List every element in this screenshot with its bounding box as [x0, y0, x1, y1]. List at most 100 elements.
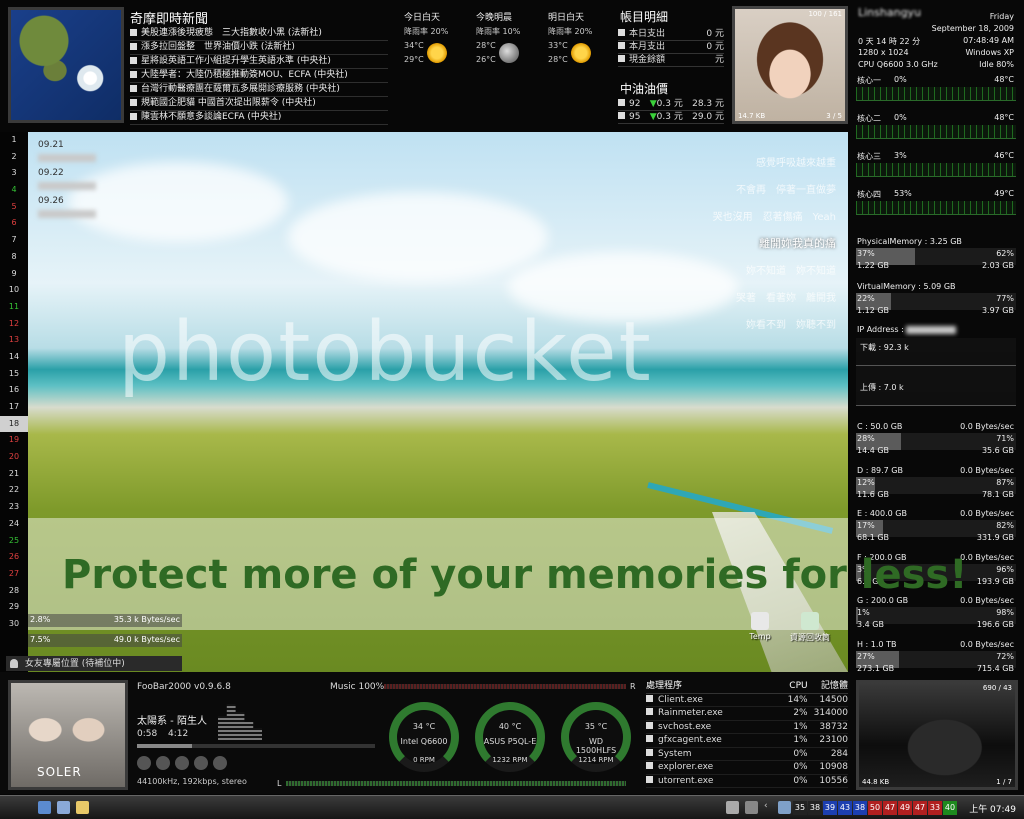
- calendar-day[interactable]: 11: [0, 299, 28, 316]
- album-cover[interactable]: SOLER: [8, 680, 128, 790]
- news-item[interactable]: 陳雲林不願意多談論ECFA (中央社): [130, 111, 388, 125]
- bullet-icon: [130, 99, 137, 106]
- process-row[interactable]: System 0% 284: [646, 748, 848, 761]
- process-header-cell: CPU: [789, 681, 808, 691]
- duration-time: 4:12: [168, 729, 189, 739]
- track-title: 太陽系 - 陌生人: [137, 716, 207, 727]
- calendar-day[interactable]: 28: [0, 583, 28, 600]
- calendar-day[interactable]: 17: [0, 399, 28, 416]
- previous-icon[interactable]: [137, 756, 151, 770]
- seek-bar[interactable]: [137, 744, 375, 748]
- play-icon[interactable]: [175, 756, 189, 770]
- news-item[interactable]: 美股連漲後現疲態 三大指數收小黑 (法新社): [130, 27, 388, 41]
- core-temp: 49°C: [994, 189, 1014, 198]
- show-desktop-icon[interactable]: [57, 801, 70, 814]
- news-item[interactable]: 台灣行動醫療團在薩爾瓦多展開診療服務 (中央社): [130, 83, 388, 97]
- keyboard-icon[interactable]: [726, 801, 739, 814]
- tray-counter[interactable]: 43: [838, 801, 852, 815]
- tray-counter[interactable]: 47: [913, 801, 927, 815]
- desktop-shortcut[interactable]: 資源回收筒: [785, 612, 835, 643]
- process-row[interactable]: gfxcagent.exe 1% 23100: [646, 734, 848, 748]
- taskbar-clock[interactable]: 上午 07:49: [969, 802, 1016, 815]
- drive-free-pct: 82%: [996, 521, 1014, 530]
- calendar-day[interactable]: 12: [0, 316, 28, 333]
- calendar-day[interactable]: 4: [0, 182, 28, 199]
- bullet-icon: [130, 29, 137, 36]
- photo-frame[interactable]: 100 / 161 14.7 KB 3 / 5: [732, 6, 848, 124]
- process-row[interactable]: Rainmeter.exe 2% 314000: [646, 707, 848, 721]
- process-value: 0%: [793, 748, 808, 759]
- calendar-day[interactable]: 27: [0, 566, 28, 583]
- bullet-icon: [130, 85, 137, 92]
- calendar-day[interactable]: 2: [0, 149, 28, 166]
- chevron-left-icon[interactable]: ‹: [764, 801, 772, 814]
- calendar-day-column: 1 2 3 4 5 6 7 8 9 10 11 12 13 14 15 16 17 18 19 20 21 22 23 24 2…: [0, 132, 28, 642]
- desktop-shortcut[interactable]: Temp: [735, 612, 785, 641]
- calendar-day[interactable]: 6: [0, 215, 28, 232]
- calendar-day[interactable]: 7: [0, 232, 28, 249]
- calendar-day[interactable]: 3: [0, 165, 28, 182]
- calendar-day[interactable]: 14: [0, 349, 28, 366]
- process-cell: 0%: [767, 748, 807, 761]
- network-icon[interactable]: [778, 801, 791, 814]
- calendar-day[interactable]: 26: [0, 549, 28, 566]
- tray-counter[interactable]: 35: [793, 801, 807, 815]
- recycle-bin-icon: [801, 612, 819, 630]
- calendar-day[interactable]: 15: [0, 366, 28, 383]
- calendar-day[interactable]: 10: [0, 282, 28, 299]
- calendar-day[interactable]: 23: [0, 499, 28, 516]
- rewind-icon[interactable]: [156, 756, 170, 770]
- note-text-redacted: [38, 182, 96, 190]
- pen-icon[interactable]: [745, 801, 758, 814]
- news-item[interactable]: 星將設英語工作小組提升學生英語水準 (中央社): [130, 55, 388, 69]
- calendar-day[interactable]: 22: [0, 482, 28, 499]
- calendar-day[interactable]: 16: [0, 382, 28, 399]
- process-row[interactable]: explorer.exe 0% 10908: [646, 761, 848, 775]
- ip-address-redacted: [906, 326, 956, 334]
- tray-counter[interactable]: 40: [943, 801, 957, 815]
- calendar-day[interactable]: 25: [0, 533, 28, 550]
- tray-counter[interactable]: 38: [853, 801, 867, 815]
- ie-icon[interactable]: [38, 801, 51, 814]
- calendar-day[interactable]: 13: [0, 332, 28, 349]
- calendar-day[interactable]: 19: [0, 432, 28, 449]
- player-app-name: FooBar2000 v0.9.6.8: [137, 682, 231, 692]
- tray-counter[interactable]: 38: [808, 801, 822, 815]
- tray-counter[interactable]: 49: [898, 801, 912, 815]
- calendar-day[interactable]: 1: [0, 132, 28, 149]
- tray-counter[interactable]: 39: [823, 801, 837, 815]
- calendar-day[interactable]: 20: [0, 449, 28, 466]
- account-row-label-wrap: 現金餘額: [618, 54, 665, 66]
- folder-icon[interactable]: [76, 801, 89, 814]
- calendar-day[interactable]: 8: [0, 249, 28, 266]
- next-icon[interactable]: [213, 756, 227, 770]
- account-title: 帳目明細: [620, 10, 669, 24]
- calendar-day[interactable]: 9: [0, 266, 28, 283]
- calendar-day[interactable]: 5: [0, 199, 28, 216]
- physical-memory-title: PhysicalMemory : 3.25 GB: [857, 237, 962, 246]
- tray-counter[interactable]: 50: [868, 801, 882, 815]
- status-bar: 女友專屬位置 (待補位中): [6, 656, 182, 671]
- tray-counter[interactable]: 33: [928, 801, 942, 815]
- process-value: Client.exe: [658, 694, 703, 705]
- process-cell: 1%: [767, 734, 807, 747]
- tray-counter[interactable]: 47: [883, 801, 897, 815]
- process-row[interactable]: svchost.exe 1% 38732: [646, 721, 848, 734]
- calendar-day[interactable]: 21: [0, 466, 28, 483]
- process-row[interactable]: Client.exe 14% 14500: [646, 694, 848, 707]
- pause-icon[interactable]: [194, 756, 208, 770]
- news-item[interactable]: 規範國企肥貓 中國首次提出限薪令 (中央社): [130, 97, 388, 111]
- calendar-day[interactable]: 30: [0, 616, 28, 633]
- calendar-day[interactable]: 29: [0, 599, 28, 616]
- lyric-line: 妳看不到 妳聽不到: [746, 320, 836, 331]
- fuel-list: 92 ▼0.3 元 28.3 元 95 ▼0.3 元 29.0 元: [618, 98, 724, 124]
- tray-numbers: 35 38 39 43 38 50 47 49 47 33 40: [792, 801, 957, 815]
- satellite-map-thumbnail[interactable]: [8, 7, 124, 123]
- car-photo-frame[interactable]: 690 / 43 44.8 KB 1 / 7: [856, 680, 1018, 790]
- calendar-day[interactable]: 18: [0, 415, 28, 433]
- drive-free-pct: 98%: [996, 608, 1014, 617]
- calendar-day[interactable]: 24: [0, 516, 28, 533]
- news-item[interactable]: 大陸學者：大陸仍積極推動簽MOU、ECFA (中央社): [130, 69, 388, 83]
- news-item[interactable]: 漲多拉回盤整 世界油價小跌 (法新社): [130, 41, 388, 55]
- process-row[interactable]: utorrent.exe 0% 10556: [646, 775, 848, 788]
